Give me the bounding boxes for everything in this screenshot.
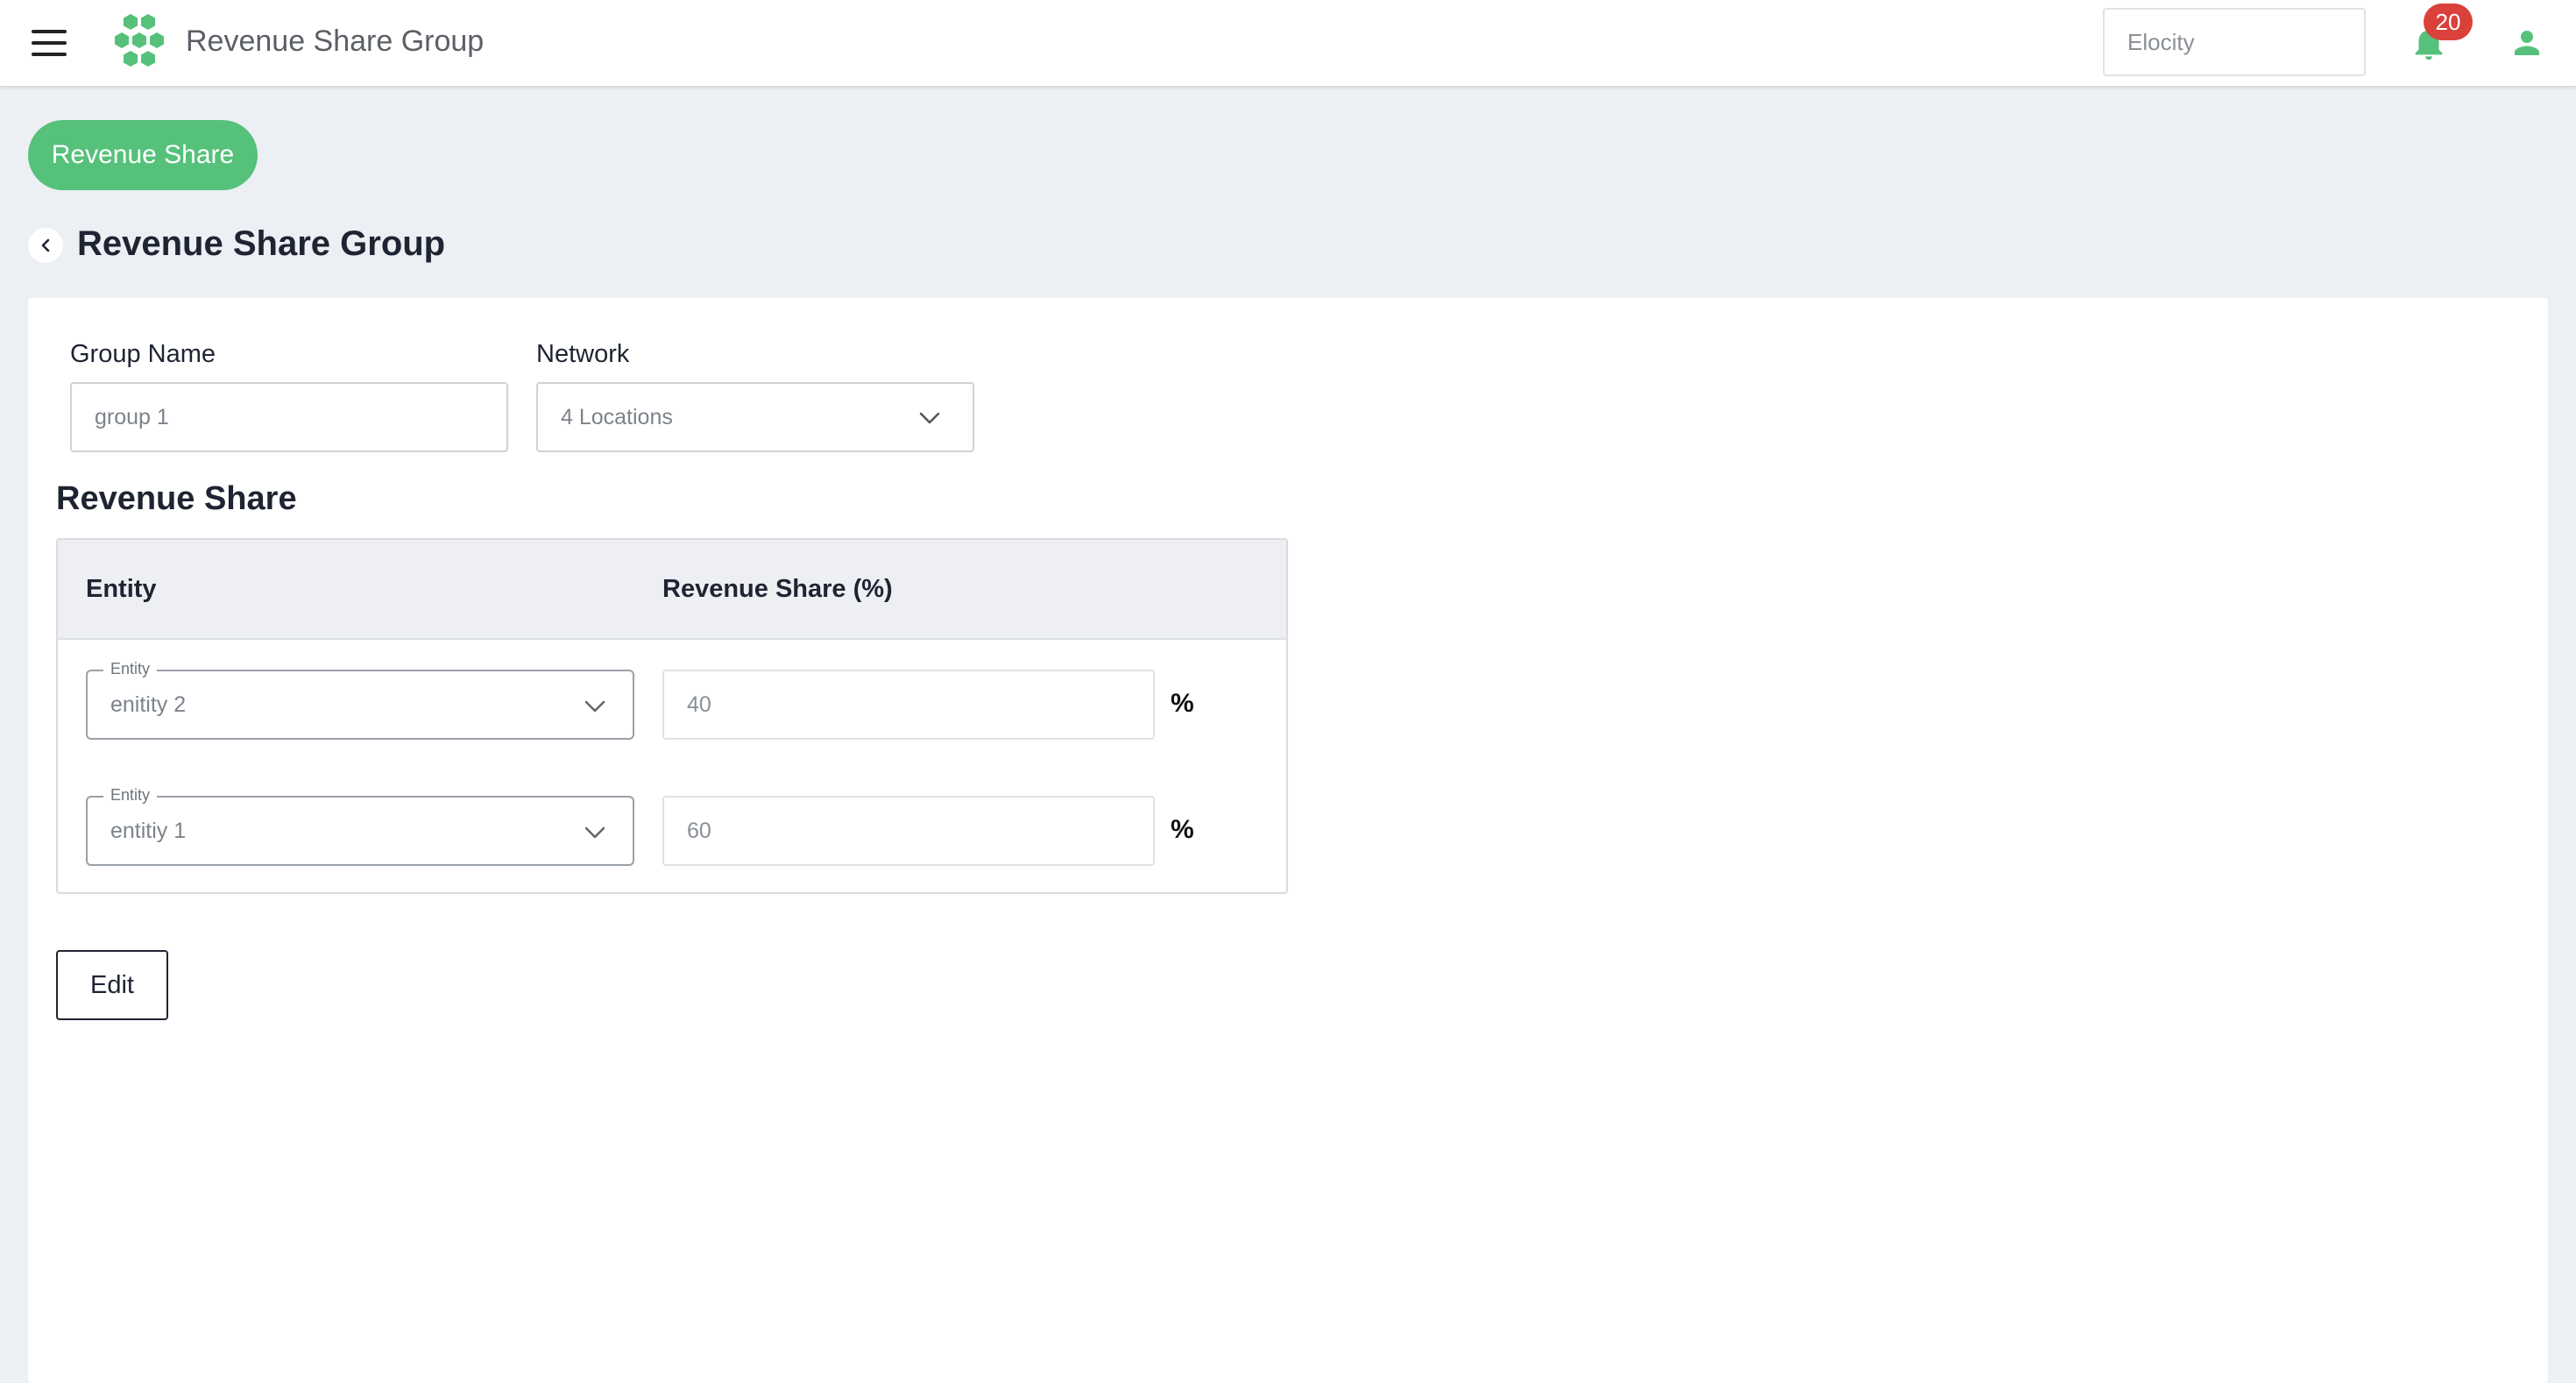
entity-select-legend: Entity xyxy=(103,660,158,678)
column-header-share: Revenue Share (%) xyxy=(662,575,893,603)
table-row: Entity entitiy 1 % xyxy=(58,786,1286,892)
notification-badge[interactable]: 20 xyxy=(2424,4,2473,40)
entity-select[interactable]: Entity enitity 2 xyxy=(86,660,634,740)
network-select[interactable]: 4 Locations xyxy=(536,382,974,452)
user-icon[interactable] xyxy=(2508,25,2546,61)
table-row: Entity enitity 2 % xyxy=(58,660,1286,775)
top-app-bar: Revenue Share Group 20 xyxy=(0,0,2576,86)
entity-select-value: entitiy 1 xyxy=(110,818,187,843)
back-button[interactable] xyxy=(28,228,63,263)
revenue-share-section-title: Revenue Share xyxy=(56,480,297,517)
percent-unit: % xyxy=(1171,815,1194,844)
revenue-share-input[interactable] xyxy=(662,796,1155,866)
page-title: Revenue Share Group xyxy=(77,224,446,263)
entity-select[interactable]: Entity entitiy 1 xyxy=(86,786,634,866)
chevron-left-icon xyxy=(41,238,50,252)
hexagon-cluster-logo xyxy=(115,14,164,67)
revenue-share-nav-button[interactable]: Revenue Share xyxy=(28,120,258,190)
app-title: Revenue Share Group xyxy=(186,25,485,58)
percent-unit: % xyxy=(1171,689,1194,718)
entity-select-legend: Entity xyxy=(103,786,158,805)
entity-select-value: enitity 2 xyxy=(110,692,187,717)
network-label: Network xyxy=(536,340,630,368)
chevron-down-icon xyxy=(584,826,605,839)
table-header: Entity Revenue Share (%) xyxy=(58,540,1286,640)
chevron-down-icon xyxy=(919,412,940,424)
hamburger-icon[interactable] xyxy=(32,30,67,56)
edit-button[interactable]: Edit xyxy=(56,950,168,1020)
revenue-share-table: Entity Revenue Share (%) Entity enitity … xyxy=(56,538,1288,894)
group-name-input[interactable] xyxy=(70,382,508,452)
organization-field[interactable] xyxy=(2103,8,2366,76)
column-header-entity: Entity xyxy=(86,575,157,603)
group-name-label: Group Name xyxy=(70,340,216,368)
network-select-value: 4 Locations xyxy=(561,404,673,429)
revenue-share-input[interactable] xyxy=(662,670,1155,740)
chevron-down-icon xyxy=(584,700,605,713)
